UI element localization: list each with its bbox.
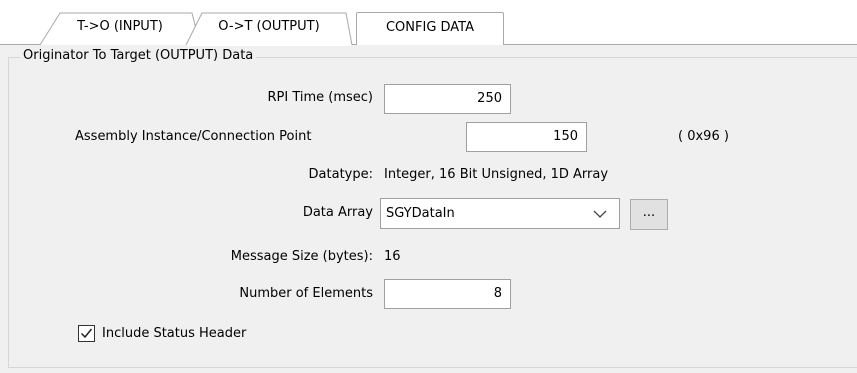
data-array-label: Data Array xyxy=(302,205,373,220)
rpi-time-input[interactable]: 250 xyxy=(384,84,511,114)
assembly-instance-label: Assembly Instance/Connection Point xyxy=(75,129,312,144)
data-array-select[interactable]: SGYDataIn xyxy=(380,198,620,229)
tab-output-label: O->T (OUTPUT) xyxy=(218,19,320,34)
datatype-label: Datatype: xyxy=(308,167,373,182)
tab-config-data-label: CONFIG DATA xyxy=(385,20,475,35)
connection-output-panel: T->O (INPUT) O->T (OUTPUT) CONFIG DATA O… xyxy=(0,0,857,373)
message-size-label: Message Size (bytes): xyxy=(230,249,373,264)
datatype-value: Integer, 16 Bit Unsigned, 1D Array xyxy=(384,167,609,182)
checkmark-icon xyxy=(80,328,93,339)
rpi-time-label: RPI Time (msec) xyxy=(267,90,373,105)
data-array-browse-button[interactable]: ... xyxy=(630,199,668,230)
tab-output[interactable]: O->T (OUTPUT) xyxy=(185,12,353,46)
data-array-selected: SGYDataIn xyxy=(386,206,455,221)
chevron-down-icon xyxy=(593,210,607,218)
message-size-value: 16 xyxy=(384,249,401,264)
tab-strip: T->O (INPUT) O->T (OUTPUT) CONFIG DATA xyxy=(0,0,857,46)
checkbox-box[interactable] xyxy=(78,325,95,342)
include-status-header-label: Include Status Header xyxy=(102,326,247,341)
assembly-instance-hex: ( 0x96 ) xyxy=(678,129,729,144)
group-title: Originator To Target (OUTPUT) Data xyxy=(20,46,257,66)
tab-input[interactable]: T->O (INPUT) xyxy=(39,12,201,46)
tab-config-data[interactable]: CONFIG DATA xyxy=(356,12,504,45)
tab-input-label: T->O (INPUT) xyxy=(77,19,163,34)
number-of-elements-label: Number of Elements xyxy=(239,286,373,301)
number-of-elements-input[interactable]: 8 xyxy=(384,279,511,309)
assembly-instance-input[interactable]: 150 xyxy=(466,122,587,152)
